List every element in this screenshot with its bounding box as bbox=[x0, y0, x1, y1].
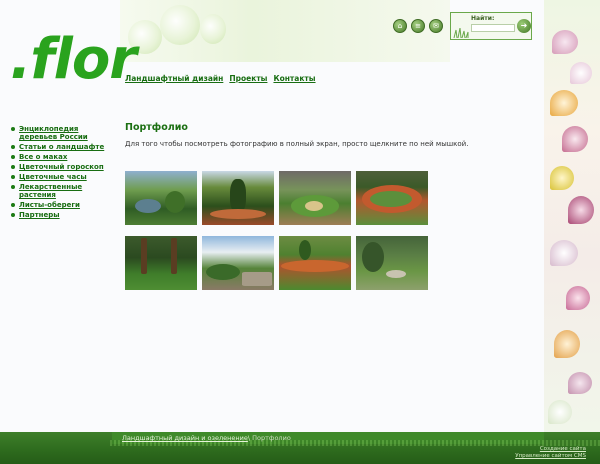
footer-link-cms[interactable]: Управление сайтом CMS bbox=[515, 453, 586, 460]
sidebar-item-amulets: Листы-обереги bbox=[10, 201, 110, 209]
site-logo[interactable]: .flor bbox=[10, 20, 137, 100]
nav-projects[interactable]: Проекты bbox=[229, 74, 267, 83]
nav-landscape-design[interactable]: Ландшафтный дизайн bbox=[125, 74, 223, 83]
orchid-decoration bbox=[568, 372, 592, 394]
grass-decoration bbox=[453, 28, 469, 38]
orchid-decoration bbox=[566, 286, 590, 310]
page-title: Портфолио bbox=[125, 122, 188, 133]
search-input[interactable] bbox=[471, 24, 515, 32]
sitemap-icon[interactable]: ≡ bbox=[411, 19, 425, 33]
sidebar-link[interactable]: Цветочные часы bbox=[19, 173, 87, 181]
header-icon-group: ⌂ ≡ ✉ bbox=[393, 19, 443, 33]
floral-decoration-strip bbox=[544, 0, 600, 432]
orchid-decoration bbox=[554, 330, 580, 358]
intro-text: Для того чтобы посмотреть фотографию в п… bbox=[125, 140, 469, 148]
sidebar-item-trees: Энциклопедия деревьев России bbox=[10, 125, 110, 141]
orchid-decoration bbox=[568, 196, 594, 224]
portfolio-photo-3[interactable] bbox=[279, 171, 351, 225]
footer-links: Создание сайта Управление сайтом CMS bbox=[515, 446, 586, 460]
sidebar-menu: Энциклопедия деревьев России Статьи о ла… bbox=[10, 125, 110, 221]
sidebar-link[interactable]: Энциклопедия деревьев России bbox=[19, 125, 88, 141]
sidebar-link[interactable]: Листы-обереги bbox=[19, 201, 80, 209]
nav-contacts[interactable]: Контакты bbox=[273, 74, 315, 83]
orchid-decoration bbox=[548, 400, 572, 424]
portfolio-gallery bbox=[125, 171, 430, 290]
breadcrumb: Ландшафтный дизайн и озеленение\ Портфол… bbox=[122, 434, 291, 442]
sidebar-link[interactable]: Цветочный гороскоп bbox=[19, 163, 104, 171]
orchid-decoration bbox=[552, 30, 578, 54]
orchid-decoration bbox=[200, 14, 226, 44]
orchid-decoration bbox=[550, 90, 578, 116]
sidebar-item-medicinal: Лекарственные растения bbox=[10, 183, 110, 199]
portfolio-photo-7[interactable] bbox=[279, 236, 351, 290]
sidebar-item-articles: Статьи о ландшафте bbox=[10, 143, 110, 151]
sidebar-link[interactable]: Партнеры bbox=[19, 211, 60, 219]
breadcrumb-home-link[interactable]: Ландшафтный дизайн и озеленение bbox=[122, 434, 248, 442]
sidebar-link[interactable]: Лекарственные растения bbox=[19, 183, 82, 199]
sidebar-item-flower-clock: Цветочные часы bbox=[10, 173, 110, 181]
search-label: Найти: bbox=[471, 15, 495, 22]
footer-link-site-creation[interactable]: Создание сайта bbox=[515, 446, 586, 453]
breadcrumb-current: Портфолио bbox=[252, 434, 291, 442]
portfolio-photo-8[interactable] bbox=[356, 236, 428, 290]
portfolio-photo-2[interactable] bbox=[202, 171, 274, 225]
orchid-decoration bbox=[160, 5, 200, 45]
sidebar-link[interactable]: Все о маках bbox=[19, 153, 67, 161]
orchid-decoration bbox=[570, 62, 592, 84]
orchid-decoration bbox=[562, 126, 588, 152]
portfolio-photo-1[interactable] bbox=[125, 171, 197, 225]
orchid-decoration bbox=[550, 240, 578, 266]
orchid-decoration bbox=[550, 166, 574, 190]
sidebar-item-partners: Партнеры bbox=[10, 211, 110, 219]
top-navigation: Ландшафтный дизайн Проекты Контакты bbox=[125, 74, 316, 83]
sidebar-item-horoscope: Цветочный гороскоп bbox=[10, 163, 110, 171]
mail-icon[interactable]: ✉ bbox=[429, 19, 443, 33]
portfolio-photo-5[interactable] bbox=[125, 236, 197, 290]
sidebar-item-poppies: Все о маках bbox=[10, 153, 110, 161]
home-icon[interactable]: ⌂ bbox=[393, 19, 407, 33]
sidebar-link[interactable]: Статьи о ландшафте bbox=[19, 143, 104, 151]
portfolio-photo-4[interactable] bbox=[356, 171, 428, 225]
portfolio-photo-6[interactable] bbox=[202, 236, 274, 290]
search-panel: Найти: ➜ bbox=[450, 12, 532, 40]
search-icon[interactable]: ➜ bbox=[517, 19, 531, 33]
